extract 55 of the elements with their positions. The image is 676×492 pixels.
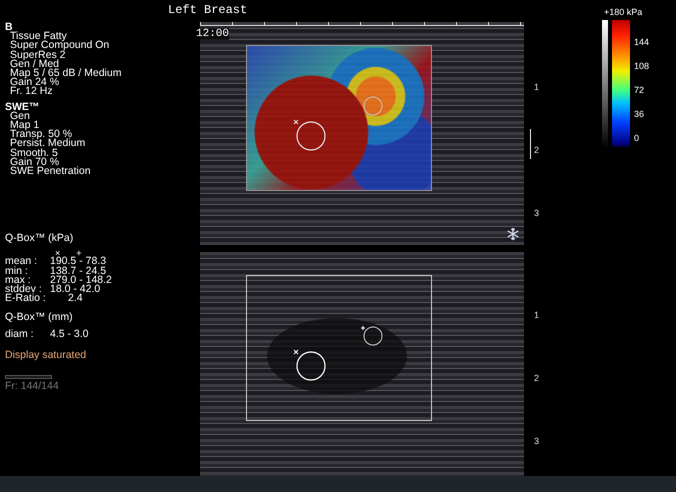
focus-marker	[530, 129, 531, 159]
qbox-heading: Q-Box™ (mm)	[5, 313, 74, 323]
stat-value: 279.0 - 148.2	[50, 276, 112, 286]
depth-label: 2	[534, 373, 540, 383]
stat-value: 190.5 - 78.3	[50, 257, 106, 267]
setting-text: Smooth. 5	[9, 148, 58, 158]
qbox-heading: Q-Box™ (kPa)	[5, 234, 74, 244]
stat-value: 2.4	[68, 294, 83, 304]
cross-marker-icon	[294, 350, 298, 354]
frame-slider[interactable]	[5, 375, 52, 380]
depth-label: 1	[534, 82, 540, 92]
stat-label: E-Ratio :	[5, 294, 47, 304]
scale-label: 108	[634, 61, 650, 71]
image-title: Left Breast	[168, 3, 248, 17]
depth-label: 3	[534, 436, 540, 446]
stat-value: 18.0 - 42.0	[50, 285, 100, 294]
stat-label: diam :	[5, 330, 35, 339]
setting-text: Super Compound On	[9, 41, 110, 51]
mode-heading: B	[5, 23, 13, 32]
setting-text: Fr. 12 Hz	[9, 87, 53, 97]
clock-position: 12:00	[196, 28, 230, 40]
marker-label: +	[76, 250, 82, 258]
mode-heading: SWE™	[5, 102, 40, 112]
plus-marker-icon	[360, 326, 366, 330]
frame-counter: Fr: 144/144	[5, 382, 60, 392]
setting-text: Gain 70 %	[9, 158, 60, 168]
setting-text: Map 1	[9, 121, 40, 130]
scale-max-label: +180 kPa	[604, 7, 644, 18]
warning-text: Display saturated	[5, 350, 88, 360]
setting-text: Gain 24 %	[9, 78, 60, 88]
depth-label: 2	[534, 145, 540, 155]
cross-marker-icon	[294, 120, 298, 124]
setting-text: SWE Penetration	[9, 167, 92, 176]
setting-text: SuperRes 2	[9, 50, 66, 60]
depth-label: 1	[534, 310, 540, 320]
stat-label: min :	[5, 266, 29, 276]
marker-label: ×	[55, 250, 60, 258]
snowflake-icon	[506, 227, 520, 241]
stat-value: 138.7 - 24.5	[50, 266, 106, 276]
scale-label: 36	[634, 109, 646, 119]
stat-label: max :	[5, 276, 31, 286]
setting-text: Gen	[10, 112, 30, 122]
setting-text: Transp. 50 %	[9, 130, 72, 140]
setting-text: Map 5 / 65 dB / Medium	[9, 69, 122, 78]
scale-label: 144	[634, 37, 650, 47]
setting-text: Persist. Medium	[9, 139, 86, 149]
measurement-circle[interactable]	[364, 326, 382, 346]
depth-label: 3	[534, 208, 540, 218]
stat-label: mean :	[5, 257, 38, 267]
stat-value: 4.5 - 3.0	[50, 330, 89, 339]
stat-label: stddev :	[5, 285, 43, 294]
setting-text: Tissue Fatty	[9, 32, 67, 42]
scale-label: 72	[634, 85, 646, 95]
scale-label: 0	[634, 133, 640, 143]
setting-text: Gen / Med	[9, 60, 60, 70]
